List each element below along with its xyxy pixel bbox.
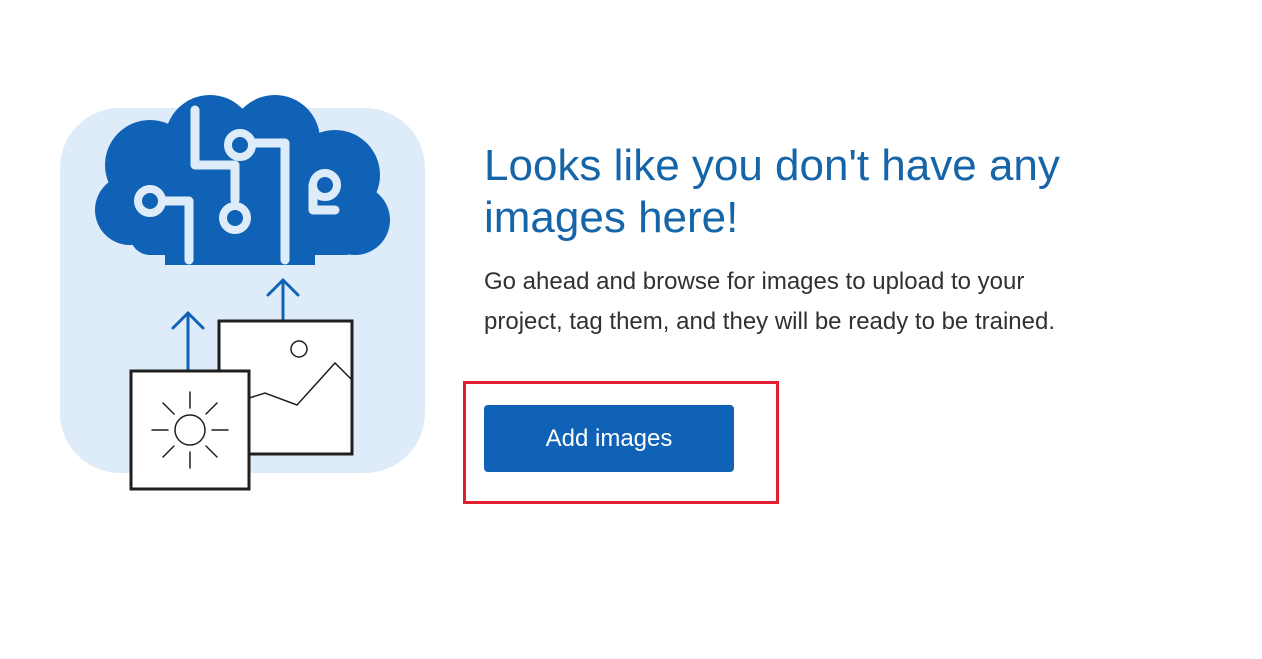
empty-state-description: Go ahead and browse for images to upload…	[484, 268, 1055, 335]
empty-state-heading: Looks like you don't have any images her…	[484, 141, 1060, 242]
empty-state-panel: Looks like you don't have any images her…	[0, 0, 1262, 659]
brain-circuit-upload-images-icon	[55, 95, 430, 495]
empty-state-content: Looks like you don't have any images her…	[484, 140, 1164, 342]
add-images-button[interactable]: Add images	[484, 405, 734, 472]
